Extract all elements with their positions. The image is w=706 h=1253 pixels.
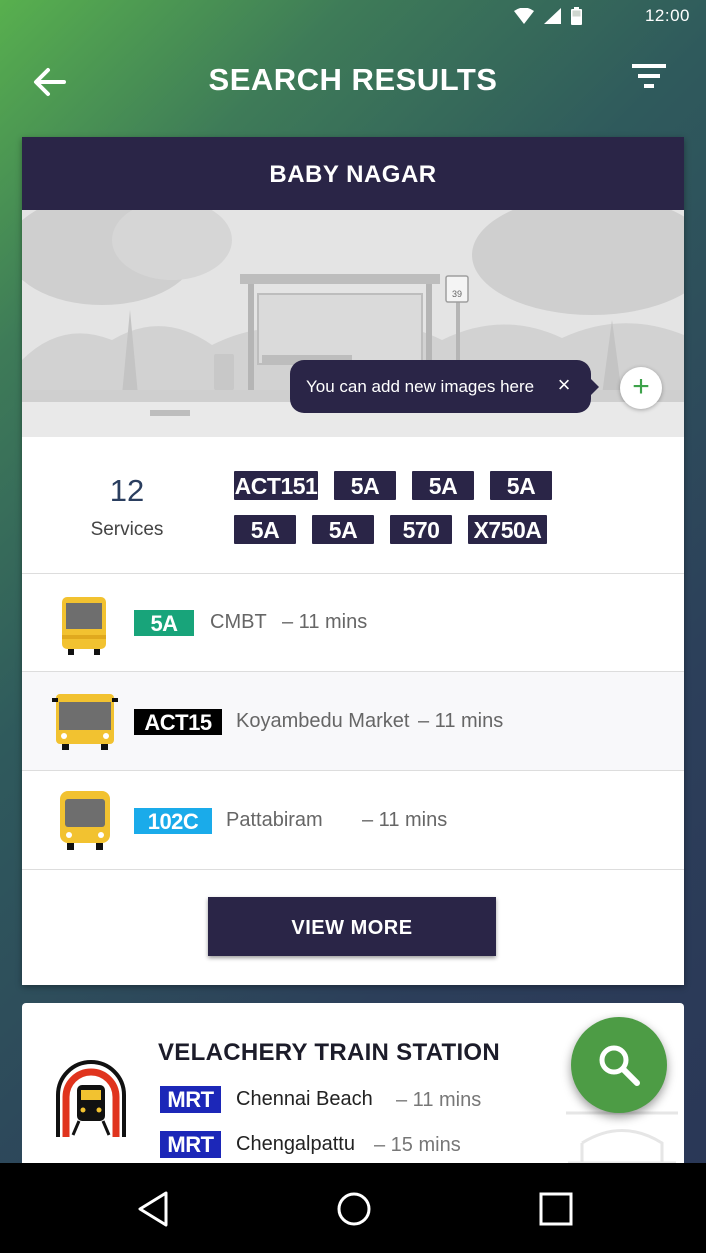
system-nav-bar [0,1163,706,1253]
train-line-badge: MRT [160,1131,221,1158]
arrival-row[interactable]: 102C Pattabiram – 11 mins [22,771,684,870]
route-chip[interactable]: X750A [468,515,547,544]
train-eta: – 15 mins [374,1134,461,1156]
arrival-row[interactable]: ACT15 Koyambedu Market – 11 mins [22,672,684,771]
stop-name: BABY NAGAR [22,137,684,210]
train-icon [56,1060,126,1137]
route-badge: 5A [134,610,194,636]
nav-back-icon[interactable] [132,1187,176,1231]
train-destination: Chennai Beach [236,1088,373,1110]
tooltip-text: You can add new images here [306,377,535,396]
view-more-button[interactable]: VIEW MORE [208,897,496,956]
services-count: 12 [109,473,145,508]
services-summary: 12 Services ACT151 5A 5A 5A 5A 5A 570 X7… [22,437,684,574]
battery-icon [571,7,582,25]
search-fab[interactable] [571,1017,667,1113]
tooltip-close-button[interactable]: × [553,372,575,398]
route-chip[interactable]: 570 [390,515,452,544]
arrival-row[interactable]: 5A CMBT – 11 mins [22,573,684,672]
stop-card: BABY NAGAR 39 You can add new images her… [22,137,684,985]
arrival-eta: – 11 mins [282,611,368,633]
arrival-eta: – 11 mins [418,710,504,732]
station-name: VELACHERY TRAIN STATION [158,1039,501,1066]
bus-icon [62,597,106,655]
train-eta: – 11 mins [396,1089,482,1111]
status-time: 12:00 [644,6,690,25]
nav-home-icon[interactable] [332,1187,376,1231]
route-chip[interactable]: 5A [490,471,552,500]
route-chip[interactable]: 5A [334,471,396,500]
bus-icon [52,694,118,750]
nav-recents-icon[interactable] [534,1187,578,1231]
route-chip[interactable]: ACT151 [234,471,318,500]
stop-sign-number: 39 [452,289,462,299]
wifi-icon [514,8,534,24]
add-image-button[interactable]: + [620,367,662,409]
page-title: SEARCH RESULTS [208,62,498,97]
signal-icon [544,8,561,24]
arrival-destination: Pattabiram [226,809,323,831]
train-destination: Chengalpattu [236,1133,355,1155]
filter-icon [632,64,666,88]
route-chip[interactable]: 5A [412,471,474,500]
arrival-eta: – 11 mins [362,809,448,831]
services-label: Services [90,519,164,540]
add-image-tooltip: You can add new images here × [290,360,599,413]
arrival-destination: Koyambedu Market [236,710,410,732]
bus-icon [60,791,110,850]
route-badge: 102C [134,808,212,834]
route-chip[interactable]: 5A [312,515,374,544]
app-bar: SEARCH RESULTS [0,32,706,132]
route-chip[interactable]: 5A [234,515,296,544]
route-badge: ACT15 [134,709,222,735]
search-icon [599,1045,640,1086]
filter-button[interactable] [630,60,670,100]
status-bar: 12:00 [0,0,706,32]
arrival-destination: CMBT [210,611,267,633]
train-line-badge: MRT [160,1086,221,1113]
